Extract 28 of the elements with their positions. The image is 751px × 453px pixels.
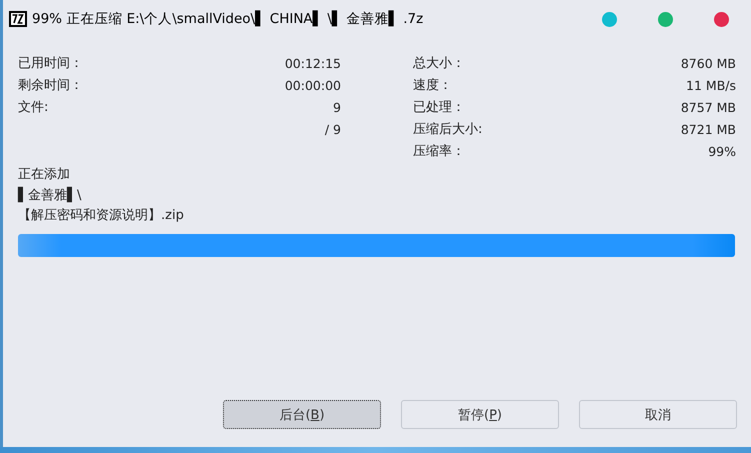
window-title: 99% 正在压缩 E:\个人\smallVideo\▌ CHINA▌ \▌ 金善雅▌ .7z [32, 10, 424, 28]
stat-value: 8721 MB [680, 122, 736, 136]
stat-value: 8757 MB [680, 100, 736, 114]
app-logo-icon [9, 11, 27, 27]
stat-label: 已用时间： [18, 55, 83, 72]
stat-value: 99% [708, 144, 736, 158]
stat-value: 8760 MB [680, 56, 736, 70]
stat-label: 文件: [18, 99, 48, 116]
dialog-button[interactable]: 暂停(P) [401, 400, 559, 429]
stat-value: 00:12:15 [284, 56, 341, 70]
window-control-dot[interactable] [658, 12, 673, 26]
dialog-button[interactable]: 后台(B) [223, 400, 381, 429]
dialog-button[interactable]: 取消 [579, 400, 737, 429]
stat-value: / 9 [324, 122, 341, 136]
status-label: 正在添加 [18, 166, 71, 184]
stat-label: 剩余时间： [18, 77, 83, 94]
stat-label: 总大小： [413, 55, 465, 72]
file-path: ▌金善雅▌\ [18, 186, 82, 205]
stat-label: 已处理： [413, 99, 465, 116]
stat-value: 9 [333, 100, 341, 114]
window-control-dot[interactable] [602, 12, 617, 26]
file-path: 【解压密码和资源说明】.zip [18, 207, 185, 225]
stat-value: 00:00:00 [284, 78, 341, 92]
stat-label: 速度： [413, 77, 452, 94]
stat-label: 压缩后大小: [413, 121, 482, 138]
stat-label: 压缩率： [413, 143, 465, 160]
window-control-dot[interactable] [714, 12, 729, 26]
stat-value: 11 MB/s [686, 78, 736, 92]
